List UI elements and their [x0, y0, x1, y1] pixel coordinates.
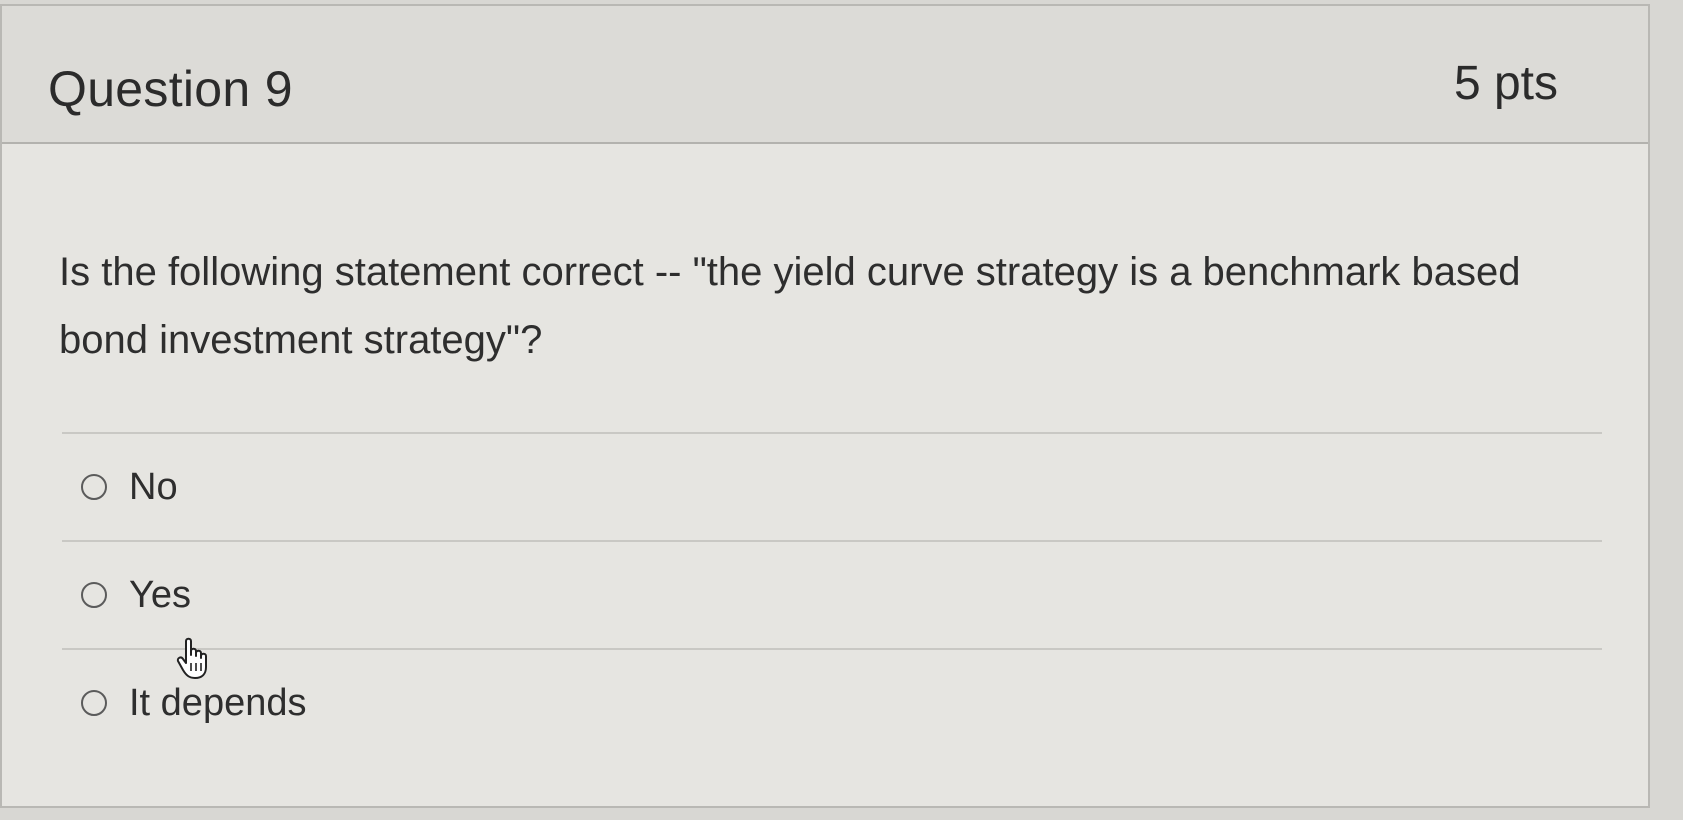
question-card: Question 9 5 pts Is the following statem… [0, 4, 1650, 808]
answer-label: No [129, 465, 178, 508]
answer-option-yes[interactable]: Yes [62, 542, 1602, 648]
radio-button[interactable] [81, 582, 107, 608]
question-header: Question 9 5 pts [2, 6, 1648, 144]
question-title: Question 9 [48, 61, 293, 117]
hand-pointer-icon [176, 637, 207, 679]
answer-list: No Yes It depends [62, 432, 1602, 756]
answer-label: It depends [129, 681, 307, 724]
answer-label: Yes [129, 573, 191, 616]
answer-option-it-depends[interactable]: It depends [62, 650, 1602, 756]
question-points: 5 pts [1453, 57, 1558, 110]
answer-option-no[interactable]: No [62, 434, 1602, 540]
question-text: Is the following statement correct -- "t… [59, 250, 1521, 362]
radio-button[interactable] [81, 474, 107, 500]
radio-button[interactable] [81, 690, 107, 716]
